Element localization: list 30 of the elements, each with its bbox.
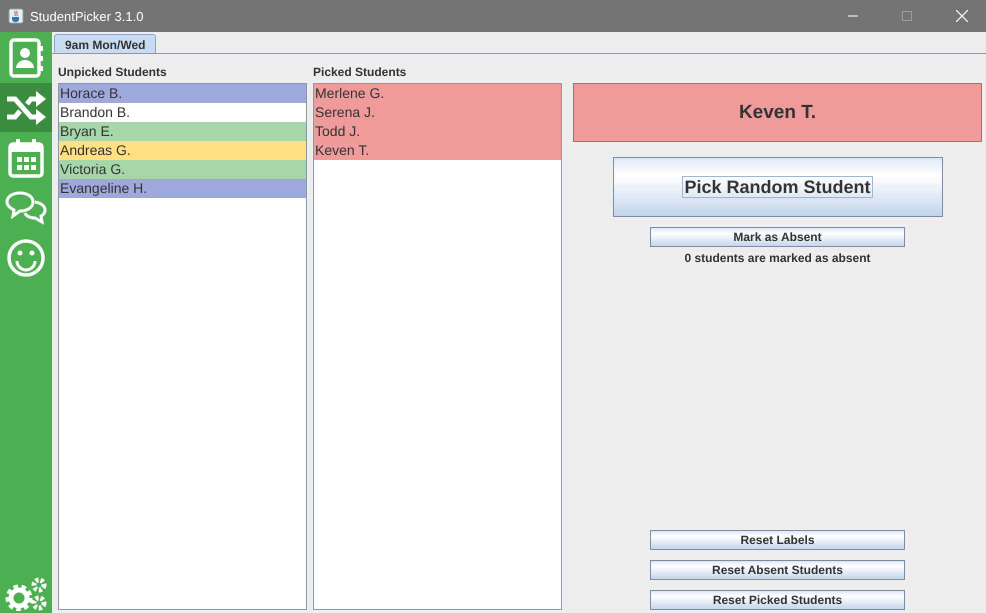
maximize-icon[interactable] [902,11,912,21]
student-item[interactable]: Victoria G. [59,160,306,179]
sidebar-item[interactable] [0,83,52,132]
list-label: Picked Students [313,65,408,80]
student-item[interactable]: Horace B. [59,84,306,103]
close-icon[interactable] [956,10,968,22]
student-item[interactable]: Bryan E. [59,122,306,141]
reset-button[interactable]: Reset Picked Students [650,590,905,610]
student-item[interactable]: Merlene G. [314,84,561,103]
chat-icon [5,190,47,226]
reset-button[interactable]: Reset Absent Students [650,560,905,580]
shuffle-icon [5,90,47,124]
contact-book-icon [8,38,44,78]
reset-button[interactable]: Reset Labels [650,530,905,550]
mark-absent-button[interactable]: Mark as Absent [650,227,905,247]
calendar-icon [8,138,44,178]
list-label: Unpicked Students [58,65,168,80]
student-item[interactable]: Serena J. [314,103,561,122]
pick-random-button[interactable]: Pick Random Student [612,157,942,217]
absent-count-text: 0 students are marked as absent [684,251,871,265]
smiley-icon [6,238,46,278]
tab[interactable]: 9am Mon/Wed [54,34,156,53]
picked-student-banner: Keven T. [573,83,982,142]
gears-icon[interactable] [4,577,48,611]
student-item[interactable]: Evangeline H. [59,179,306,198]
window-title: StudentPicker 3.1.0 [30,8,144,24]
app-icon [8,8,24,24]
student-item[interactable]: Keven T. [314,141,561,160]
student-item[interactable]: Andreas G. [59,141,306,160]
student-item[interactable]: Todd J. [314,122,561,141]
